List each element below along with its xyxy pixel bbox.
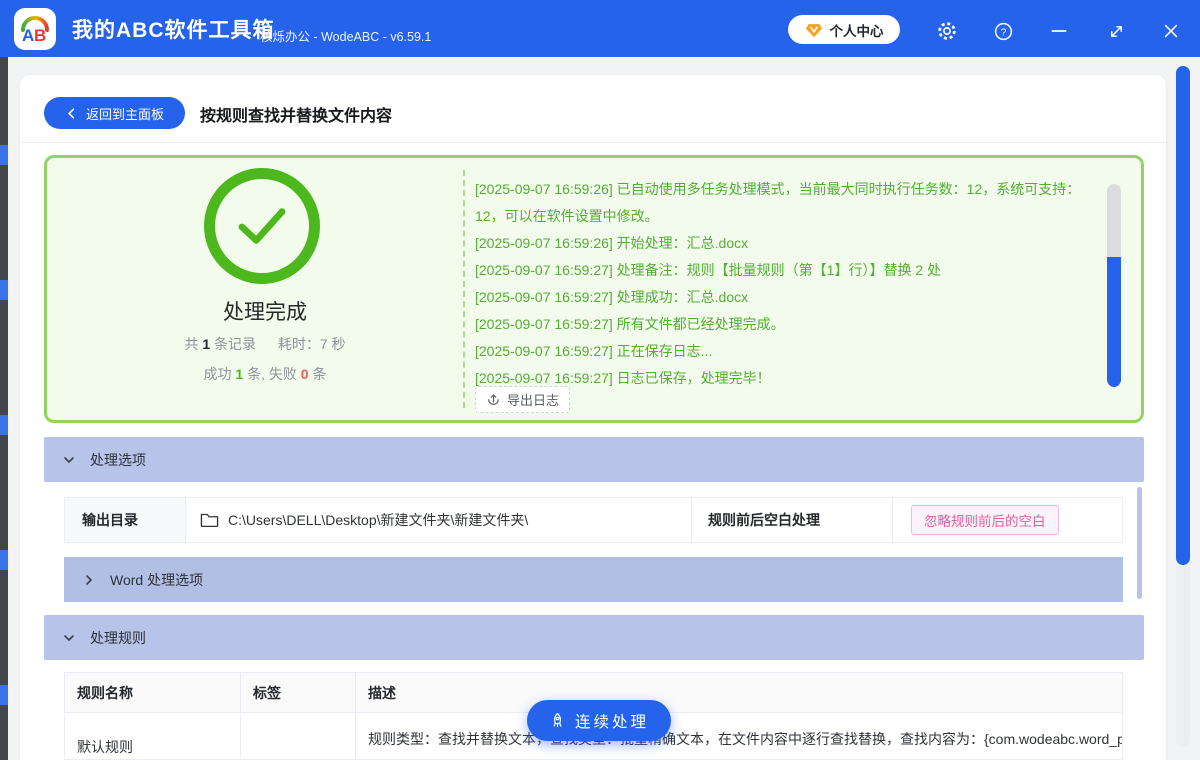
log-line: [2025-09-07 16:59:27] 处理备注：规则【批量规则（第【1】行… [475,257,1107,284]
chevron-down-icon [63,454,75,466]
user-center-label: 个人中心 [830,20,884,40]
log-scrollbar[interactable] [1107,184,1121,387]
column-header-tag: 标签 [241,673,356,712]
result-summary-line: 共 1 条记录 耗时：7 秒 [47,334,483,354]
main-scrollbar[interactable] [1176,66,1190,747]
close-button[interactable] [1160,20,1182,42]
folder-open-icon [200,512,219,528]
log-lines: [2025-09-07 16:59:26] 已自动使用多任务处理模式，当前最大同… [475,176,1107,392]
svg-text:A: A [22,26,34,45]
log-scrollbar-thumb[interactable] [1107,257,1121,387]
section-title: 处理选项 [90,450,146,470]
result-status: 处理完成 [47,296,483,326]
user-center-button[interactable]: 个人中心 [788,15,900,44]
app-logo: A B [14,8,56,50]
rule-description-cell: 规则类型：查找并替换文本，查找类型：批量精确文本，在文件内容中逐行查找替换，查找… [356,713,1122,760]
gear-icon [936,20,958,42]
ignore-whitespace-tag[interactable]: 忽略规则前后的空白 [911,505,1059,535]
question-circle-icon: ? [993,21,1014,42]
log-scrollbar-track [1107,184,1121,257]
column-header-rule-name: 规则名称 [65,673,241,712]
diagonal-arrows-icon [1107,22,1126,41]
main-panel: 返回到主面板 按规则查找并替换文件内容 处理完成 共 1 条记录 耗时：7 秒 … [20,75,1166,760]
result-detail-line: 成功 1 条, 失败 0 条 [47,364,483,384]
options-scrollbar[interactable] [1137,487,1142,599]
output-directory-row: 输出目录 C:\Users\DELL\Desktop\新建文件夹\新建文件夹\ … [64,497,1123,543]
chevron-right-icon [83,574,95,586]
section-processing-options[interactable]: 处理选项 [44,437,1144,482]
chevron-left-icon [65,107,78,120]
log-line: [2025-09-07 16:59:27] 所有文件都已经处理完成。 [475,311,1107,338]
back-to-dashboard-button[interactable]: 返回到主面板 [44,97,185,129]
app-title: 我的ABC软件工具箱 [72,14,275,44]
continue-button-label: 连续处理 [575,710,649,732]
column-header-description: 描述 [356,673,1122,712]
elapsed-time: 耗时：7 秒 [278,336,346,352]
export-log-button[interactable]: 导出日志 [475,386,570,413]
whitespace-handling-label: 规则前后空白处理 [691,498,892,542]
fail-count: 0 [301,366,309,382]
section-word-options[interactable]: Word 处理选项 [64,557,1123,602]
section-processing-rules[interactable]: 处理规则 [44,615,1144,660]
vip-gem-icon [805,21,823,39]
settings-button[interactable] [936,20,958,42]
log-line: [2025-09-07 16:59:26] 开始处理：汇总.docx [475,230,1107,257]
total-count: 1 [202,336,210,352]
export-log-label: 导出日志 [507,390,559,409]
page-title: 按规则查找并替换文件内容 [200,102,392,126]
log-line: [2025-09-07 16:59:27] 正在保存日志... [475,338,1107,365]
continue-processing-button[interactable]: 连续处理 [527,700,671,741]
log-line: [2025-09-07 16:59:27] 处理成功：汇总.docx [475,284,1107,311]
minus-icon [1049,21,1069,41]
back-button-label: 返回到主面板 [86,104,164,123]
rule-tag-cell [241,713,356,760]
chevron-down-icon [63,632,75,644]
panel-divider [463,170,465,408]
minimize-button[interactable] [1048,20,1070,42]
header-divider [20,142,1166,143]
success-check-icon [204,168,320,284]
title-bar: A B 我的ABC软件工具箱 核烁办公 - WodeABC - v6.59.1 … [0,0,1200,57]
main-scrollbar-thumb[interactable] [1176,66,1190,565]
close-icon [1161,21,1181,41]
app-subtitle: 核烁办公 - WodeABC - v6.59.1 [260,26,431,45]
section-title: Word 处理选项 [110,570,203,590]
section-title: 处理规则 [90,628,146,648]
result-panel: 处理完成 共 1 条记录 耗时：7 秒 成功 1 条, 失败 0 条 [2025… [44,155,1144,423]
svg-text:B: B [34,26,46,45]
output-directory-label: 输出目录 [65,498,186,542]
success-count: 1 [235,366,243,382]
svg-text:?: ? [1000,26,1006,38]
output-directory-path: C:\Users\DELL\Desktop\新建文件夹\新建文件夹\ [228,510,528,530]
background-window-strip [0,57,8,760]
upload-circle-icon [486,392,501,407]
ab-logo-icon: A B [18,12,52,46]
rocket-icon [549,712,566,729]
output-directory-value[interactable]: C:\Users\DELL\Desktop\新建文件夹\新建文件夹\ [186,498,691,542]
whitespace-tag-cell: 忽略规则前后的空白 [892,498,1122,542]
log-line: [2025-09-07 16:59:26] 已自动使用多任务处理模式，当前最大同… [475,176,1107,230]
rule-name-cell: 默认规则 [65,713,241,760]
maximize-button[interactable] [1105,20,1127,42]
help-button[interactable]: ? [992,20,1014,42]
